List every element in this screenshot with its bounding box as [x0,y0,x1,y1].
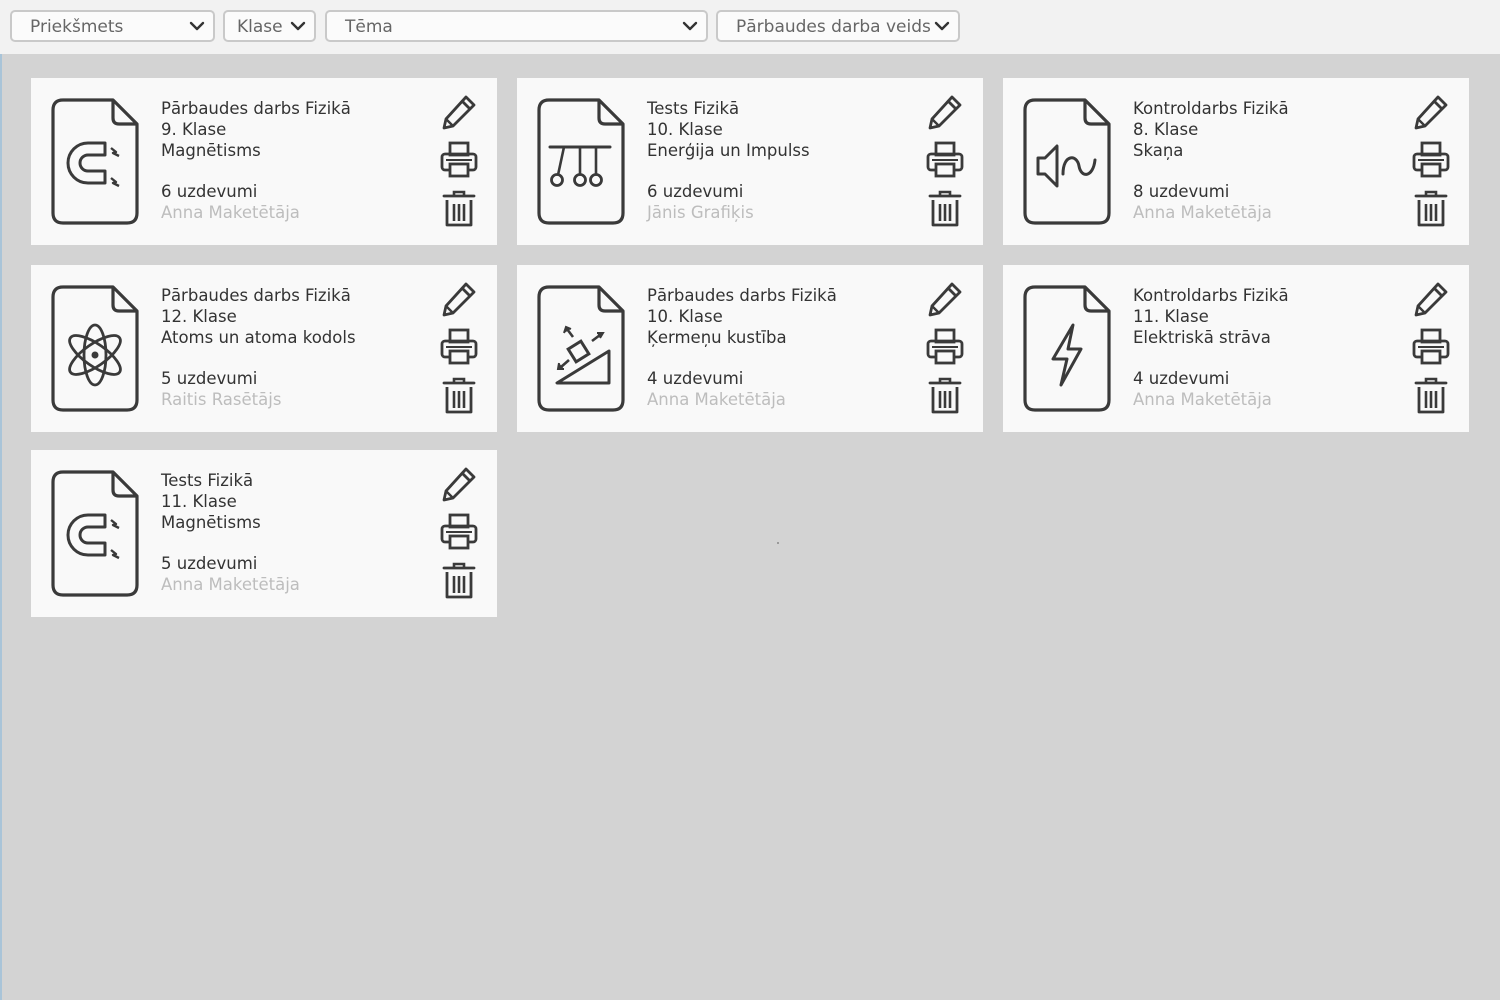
edit-pencil-icon[interactable] [1411,92,1451,132]
chevron-down-icon [682,21,698,31]
trash-icon[interactable] [925,188,965,228]
grade: 10. Klase [647,120,723,139]
test-card[interactable]: Tests Fizikā 10. Klase Enerģija un Impul… [517,78,983,245]
task-count: 5 uzdevumi [161,554,258,573]
edit-pencil-icon[interactable] [439,92,479,132]
edit-pencil-icon[interactable] [439,464,479,504]
newtons-cradle-icon [537,98,625,225]
trash-icon[interactable] [1411,375,1451,415]
task-count: 5 uzdevumi [161,369,258,388]
inclined-plane-icon [537,285,625,412]
lightning-icon [1023,285,1111,412]
printer-icon[interactable] [439,512,479,552]
task-count: 4 uzdevumi [647,369,744,388]
grade-filter-label: Klase [237,17,283,37]
test-type: Tests Fizikā [161,471,254,490]
test-card-info: Pārbaudes darbs Fizikā 9. Klase Magnētis… [161,98,351,223]
author: Anna Maketētāja [161,575,300,594]
topic: Atoms un atoma kodols [161,328,356,347]
chevron-down-icon [189,21,205,31]
filter-bar: Priekšmets Klase Tēma Pārbaudes darba ve… [0,0,1500,54]
trash-icon[interactable] [439,188,479,228]
topic: Enerģija un Impulss [647,141,810,160]
speaker-wave-icon [1023,98,1111,225]
grade: 10. Klase [647,307,723,326]
stray-dot [777,542,779,544]
test-type: Pārbaudes darbs Fizikā [161,286,351,305]
grade-filter-select[interactable]: Klase [223,10,316,42]
author: Jānis Grafiķis [647,203,754,222]
task-count: 6 uzdevumi [161,182,258,201]
topic: Skaņa [1133,141,1184,160]
trash-icon[interactable] [1411,188,1451,228]
edit-pencil-icon[interactable] [925,279,965,319]
test-type: Pārbaudes darbs Fizikā [161,99,351,118]
test-card[interactable]: Pārbaudes darbs Fizikā 12. Klase Atoms u… [31,265,497,432]
test-type-filter-select[interactable]: Pārbaudes darba veids [716,10,960,42]
printer-icon[interactable] [439,140,479,180]
printer-icon[interactable] [925,140,965,180]
task-count: 8 uzdevumi [1133,182,1230,201]
chevron-down-icon [290,21,306,31]
test-card-info: Pārbaudes darbs Fizikā 12. Klase Atoms u… [161,285,356,410]
topic: Ķermeņu kustība [647,328,787,347]
test-card[interactable]: Pārbaudes darbs Fizikā 9. Klase Magnētis… [31,78,497,245]
edit-pencil-icon[interactable] [925,92,965,132]
magnet-icon [51,98,139,225]
grade: 12. Klase [161,307,237,326]
printer-icon[interactable] [925,327,965,367]
test-card-info: Pārbaudes darbs Fizikā 10. Klase Ķermeņu… [647,285,837,410]
author: Anna Maketētāja [647,390,786,409]
topic: Magnētisms [161,513,261,532]
magnet-icon [51,470,139,597]
author: Anna Maketētāja [161,203,300,222]
trash-icon[interactable] [925,375,965,415]
grade: 9. Klase [161,120,227,139]
left-edge-strip [0,54,2,1000]
grade: 8. Klase [1133,120,1199,139]
test-card-info: Kontroldarbs Fizikā 11. Klase Elektriskā… [1133,285,1289,410]
subject-filter-label: Priekšmets [30,17,124,37]
grade: 11. Klase [161,492,237,511]
test-card-info: Kontroldarbs Fizikā 8. Klase Skaņa 8 uzd… [1133,98,1289,223]
test-card[interactable]: Kontroldarbs Fizikā 8. Klase Skaņa 8 uzd… [1003,78,1469,245]
trash-icon[interactable] [439,375,479,415]
task-count: 4 uzdevumi [1133,369,1230,388]
edit-pencil-icon[interactable] [439,279,479,319]
test-card-info: Tests Fizikā 10. Klase Enerģija un Impul… [647,98,810,223]
printer-icon[interactable] [1411,327,1451,367]
grade: 11. Klase [1133,307,1209,326]
printer-icon[interactable] [1411,140,1451,180]
trash-icon[interactable] [439,560,479,600]
edit-pencil-icon[interactable] [1411,279,1451,319]
chevron-down-icon [934,21,950,31]
author: Raitis Rasētājs [161,390,282,409]
test-type: Kontroldarbs Fizikā [1133,99,1289,118]
topic: Magnētisms [161,141,261,160]
test-type-filter-label: Pārbaudes darba veids [736,17,931,37]
task-count: 6 uzdevumi [647,182,744,201]
printer-icon[interactable] [439,327,479,367]
topic: Elektriskā strāva [1133,328,1271,347]
test-card[interactable]: Tests Fizikā 11. Klase Magnētisms 5 uzde… [31,450,497,617]
test-type: Pārbaudes darbs Fizikā [647,286,837,305]
author: Anna Maketētāja [1133,203,1272,222]
author: Anna Maketētāja [1133,390,1272,409]
atom-icon [51,285,139,412]
subject-filter-select[interactable]: Priekšmets [10,10,215,42]
test-type: Kontroldarbs Fizikā [1133,286,1289,305]
test-type: Tests Fizikā [647,99,740,118]
test-card[interactable]: Kontroldarbs Fizikā 11. Klase Elektriskā… [1003,265,1469,432]
topic-filter-label: Tēma [345,17,393,37]
test-card-info: Tests Fizikā 11. Klase Magnētisms 5 uzde… [161,470,300,595]
test-card[interactable]: Pārbaudes darbs Fizikā 10. Klase Ķermeņu… [517,265,983,432]
topic-filter-select[interactable]: Tēma [325,10,708,42]
